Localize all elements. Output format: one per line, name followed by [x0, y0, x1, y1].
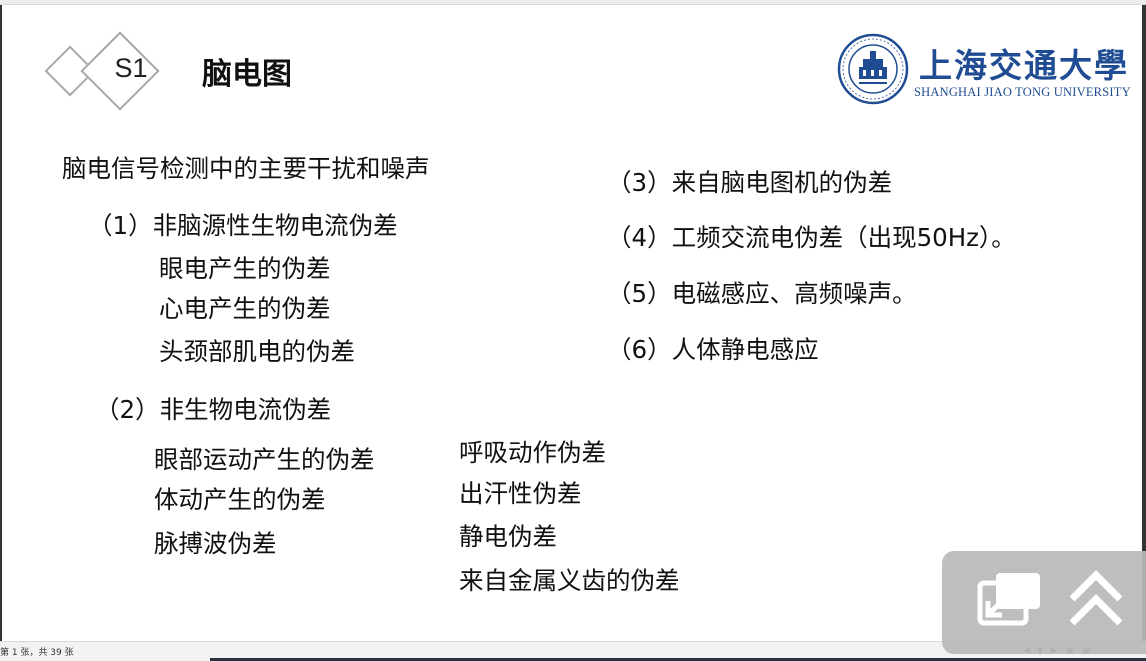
collapse-up-icon[interactable]	[1066, 569, 1126, 637]
list-item: （1）非脑源性生物电流伪差	[88, 211, 398, 240]
restore-window-icon[interactable]	[976, 569, 1044, 629]
list-item: （5）电磁感应、高频噪声。	[607, 279, 917, 308]
logo-chinese-name: 上海交通大學	[919, 46, 1129, 85]
list-item: 头颈部肌电的伪差	[159, 337, 355, 366]
list-item: 脉搏波伪差	[154, 529, 277, 558]
list-item: （6）人体静电感应	[607, 335, 819, 364]
list-item: 心电产生的伪差	[159, 294, 331, 323]
list-item: （4）工频交流电伪差（出现50Hz）。	[607, 223, 1016, 252]
list-item: （3）来自脑电图机的伪差	[607, 168, 893, 197]
list-item: 出汗性伪差	[459, 479, 582, 508]
slide-counter: 第 1 张，共 39 张	[0, 648, 74, 658]
list-item: 来自金属义齿的伪差	[459, 566, 680, 595]
list-item: 眼部运动产生的伪差	[154, 445, 375, 474]
list-item: 呼吸动作伪差	[459, 438, 606, 467]
list-item: （2）非生物电流伪差	[95, 395, 332, 424]
floating-control-panel	[942, 551, 1146, 654]
content-heading: 脑电信号检测中的主要干扰和噪声	[62, 154, 430, 183]
logo-english-name: SHANGHAI JIAO TONG UNIVERSITY	[914, 85, 1131, 99]
slide-title: 脑电图	[202, 57, 292, 92]
list-item: 静电伪差	[459, 522, 557, 551]
university-seal-icon	[837, 33, 909, 105]
slide-canvas: S1 脑电图 上海交通大學 SHANGHAI JIAO TONG UNIVERS…	[2, 5, 1142, 641]
list-item: 体动产生的伪差	[154, 485, 326, 514]
section-code: S1	[114, 53, 148, 83]
window-right-border	[1142, 5, 1146, 641]
list-item: 眼电产生的伪差	[159, 254, 331, 283]
university-logo: 上海交通大學 SHANGHAI JIAO TONG UNIVERSITY	[837, 33, 1131, 105]
presentation-window: S1 脑电图 上海交通大學 SHANGHAI JIAO TONG UNIVERS…	[0, 0, 1146, 661]
